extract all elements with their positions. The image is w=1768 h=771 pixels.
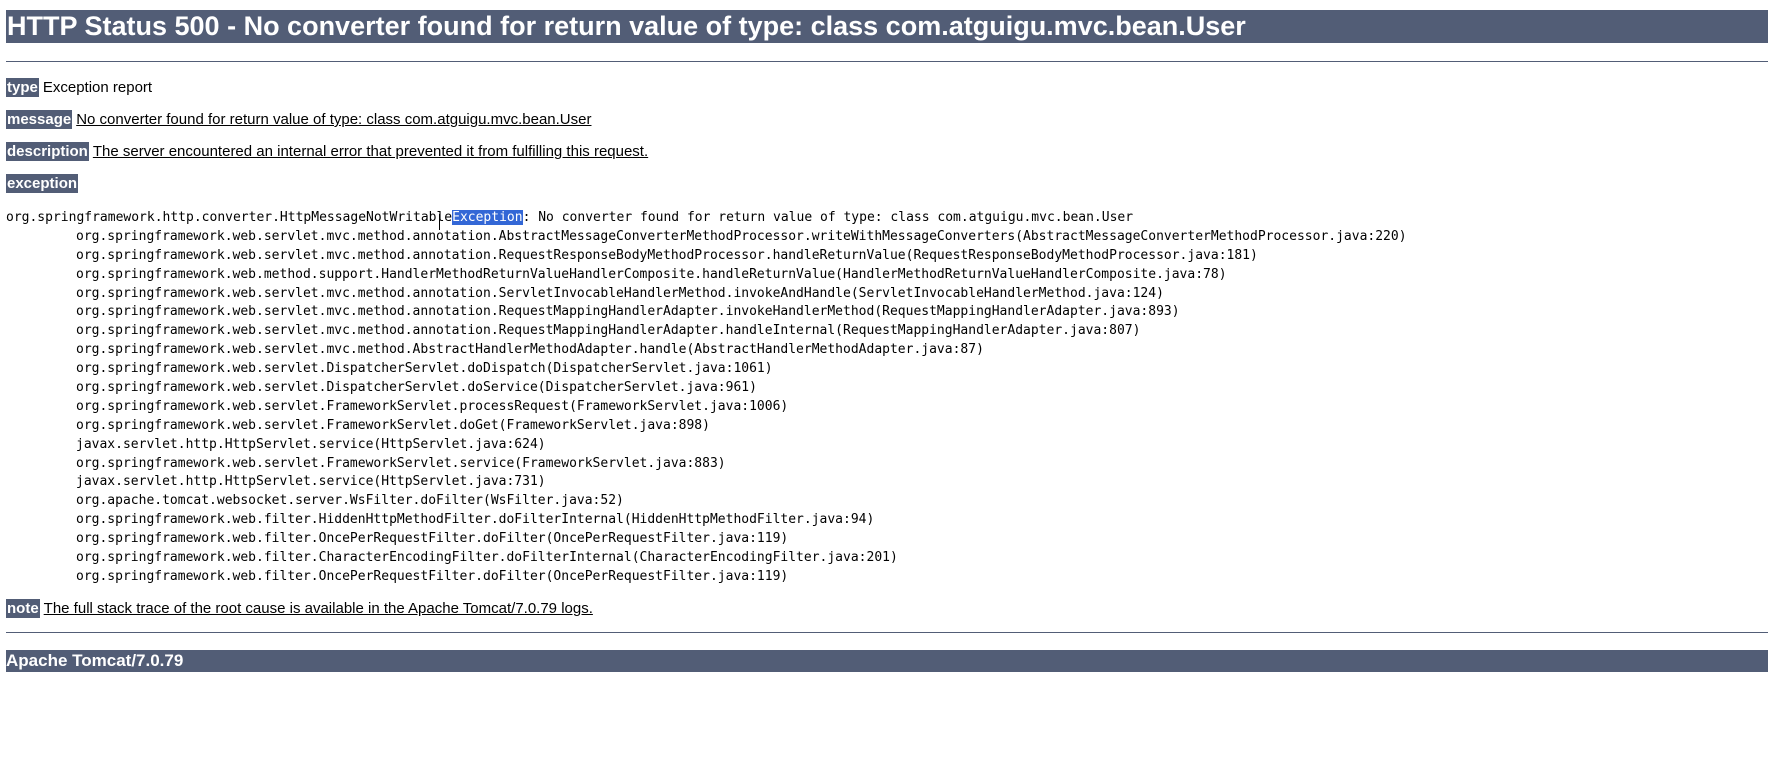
stack-frame-text: org.springframework.web.servlet.Framewor… xyxy=(76,398,789,414)
stack-frame-text: org.springframework.web.servlet.mvc.meth… xyxy=(76,247,1258,263)
message-row: message No converter found for return val… xyxy=(6,110,591,129)
stack-frame-text: org.springframework.web.servlet.mvc.meth… xyxy=(76,228,1407,244)
bottom-divider xyxy=(6,632,1768,633)
stack-trace[interactable]: org.springframework.http.converter.HttpM… xyxy=(6,209,1407,587)
stack-frame[interactable]: javax.servlet.http.HttpServlet.service(H… xyxy=(6,436,1407,455)
stack-frame-text: org.springframework.web.servlet.mvc.meth… xyxy=(76,304,1180,320)
stack-frame-text: org.apache.tomcat.websocket.server.WsFil… xyxy=(76,493,624,509)
selected-text[interactable]: Exception xyxy=(452,210,523,225)
stack-frame[interactable]: org.springframework.web.servlet.Framewor… xyxy=(6,417,1407,436)
stack-frame[interactable]: org.springframework.web.servlet.Dispatch… xyxy=(6,379,1407,398)
stack-frame[interactable]: org.springframework.web.servlet.Dispatch… xyxy=(6,360,1407,379)
note-row: note The full stack trace of the root cau… xyxy=(6,599,593,618)
stack-frame-text: org.springframework.web.method.support.H… xyxy=(76,266,1227,282)
stack-frame[interactable]: org.springframework.web.filter.HiddenHtt… xyxy=(6,511,1407,530)
stack-frame[interactable]: org.springframework.web.servlet.mvc.meth… xyxy=(6,303,1407,322)
message-label: message xyxy=(6,110,73,129)
type-label: type xyxy=(6,78,39,97)
stack-frame-text: org.springframework.web.filter.OncePerRe… xyxy=(76,531,789,547)
stack-frame-text: org.springframework.web.filter.OncePerRe… xyxy=(76,568,789,584)
stack-frame[interactable]: org.springframework.web.servlet.mvc.meth… xyxy=(6,285,1407,304)
description-label: description xyxy=(6,142,89,161)
stack-frame-text: org.springframework.web.servlet.mvc.meth… xyxy=(76,342,984,358)
stack-frame[interactable]: org.springframework.web.filter.Character… xyxy=(6,549,1407,568)
stack-frame[interactable]: org.springframework.web.servlet.Framewor… xyxy=(6,398,1407,417)
stack-frame[interactable]: org.springframework.web.filter.OncePerRe… xyxy=(6,530,1407,549)
stack-frame[interactable]: javax.servlet.http.HttpServlet.service(H… xyxy=(6,473,1407,492)
stack-frame-text: javax.servlet.http.HttpServlet.service(H… xyxy=(76,436,546,452)
text-cursor-icon xyxy=(439,214,442,230)
exception-first-line[interactable]: org.springframework.http.converter.HttpM… xyxy=(6,209,1407,228)
note-label: note xyxy=(6,599,40,618)
exception-class-prefix: org.springframework.http.converter.HttpM… xyxy=(6,210,453,225)
message-value[interactable]: No converter found for return value of t… xyxy=(76,111,591,128)
stack-frame-text: org.springframework.web.filter.HiddenHtt… xyxy=(76,512,875,528)
exception-message: : No converter found for return value of… xyxy=(522,210,1134,225)
note-value[interactable]: The full stack trace of the root cause i… xyxy=(44,600,593,617)
description-value[interactable]: The server encountered an internal error… xyxy=(93,143,648,160)
stack-frame[interactable]: org.springframework.web.method.support.H… xyxy=(6,266,1407,285)
stack-frame-text: javax.servlet.http.HttpServlet.service(H… xyxy=(76,474,546,490)
stack-frame[interactable]: org.springframework.web.servlet.mvc.meth… xyxy=(6,341,1407,360)
stack-frame[interactable]: org.springframework.web.servlet.Framewor… xyxy=(6,455,1407,474)
stack-frame[interactable]: org.springframework.web.servlet.mvc.meth… xyxy=(6,247,1407,266)
stack-frame-text: org.springframework.web.filter.Character… xyxy=(76,550,898,566)
stack-frame-text: org.springframework.web.servlet.Framewor… xyxy=(76,417,710,433)
exception-label: exception xyxy=(6,174,79,193)
stack-frame[interactable]: org.springframework.web.servlet.mvc.meth… xyxy=(6,322,1407,341)
page-title: HTTP Status 500 - No converter found for… xyxy=(6,10,1768,43)
page-title-text: HTTP Status 500 - No converter found for… xyxy=(7,11,1246,41)
stack-frame[interactable]: org.springframework.web.servlet.mvc.meth… xyxy=(6,228,1407,247)
top-divider xyxy=(6,61,1768,62)
description-row: description The server encountered an int… xyxy=(6,142,648,161)
stack-frame-text: org.springframework.web.servlet.Framewor… xyxy=(76,455,726,471)
stack-frame[interactable]: org.springframework.web.filter.OncePerRe… xyxy=(6,568,1407,587)
type-value[interactable]: Exception report xyxy=(43,79,152,96)
stack-frame-text: org.springframework.web.servlet.mvc.meth… xyxy=(76,285,1164,301)
type-row: type Exception report xyxy=(6,78,152,97)
server-footer: Apache Tomcat/7.0.79 xyxy=(6,650,1768,672)
server-info: Apache Tomcat/7.0.79 xyxy=(6,651,184,670)
stack-frame[interactable]: org.apache.tomcat.websocket.server.WsFil… xyxy=(6,492,1407,511)
stack-frame-text: org.springframework.web.servlet.Dispatch… xyxy=(76,361,773,377)
stack-frame-text: org.springframework.web.servlet.Dispatch… xyxy=(76,380,757,396)
stack-frame-text: org.springframework.web.servlet.mvc.meth… xyxy=(76,323,1141,339)
exception-row: exception xyxy=(6,174,82,193)
